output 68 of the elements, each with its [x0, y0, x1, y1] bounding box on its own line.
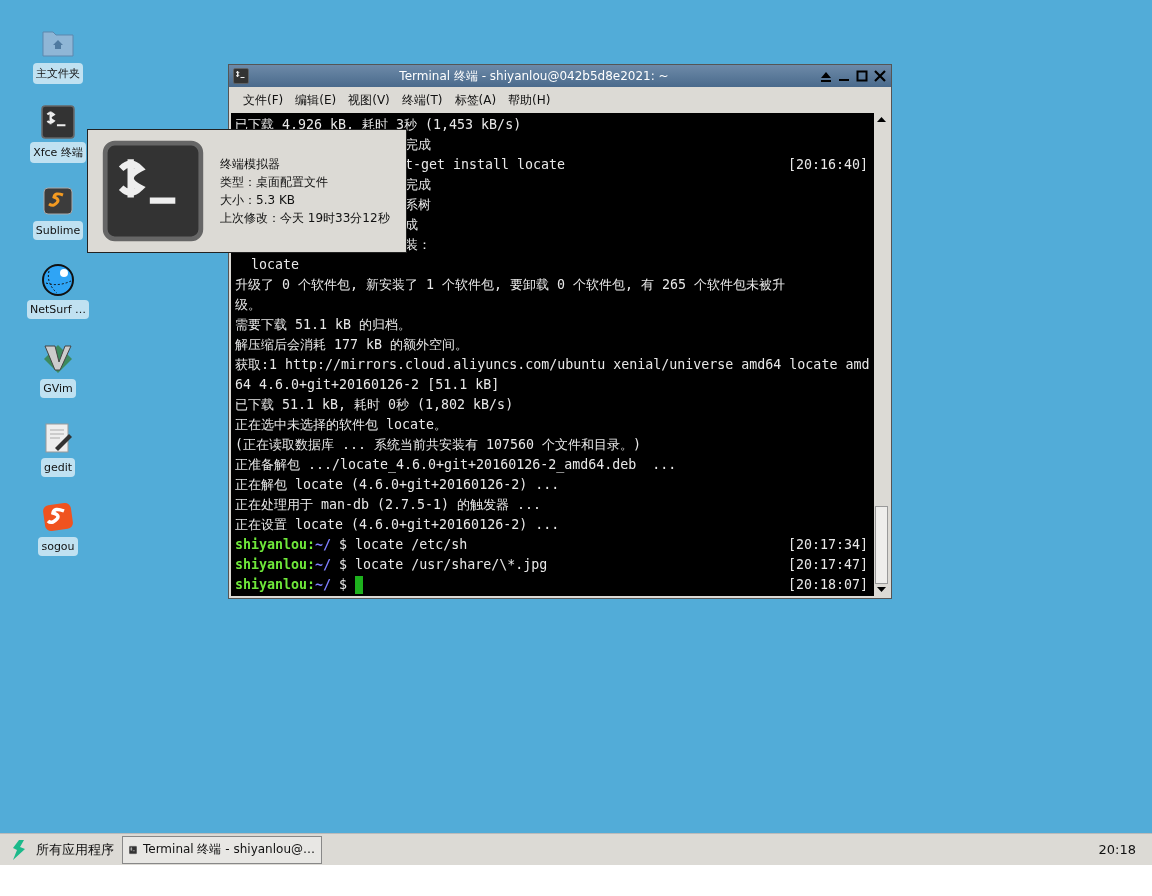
maximize-icon [856, 70, 868, 82]
terminal-output-line: 64 4.6.0+git+20160126-2 [51.1 kB] [235, 376, 500, 394]
tooltip-title: 终端模拟器 [220, 155, 281, 173]
terminal-output-line: 正准备解包 .../locate_4.6.0+git+20160126-2_amd64.deb ... [235, 456, 677, 475]
desktop-icon-label[interactable]: NetSurf … [26, 300, 90, 319]
timestamp: [20:18:07] [787, 576, 869, 594]
terminal-output-line: 正在解包 locate (4.6.0+git+20160126-2) ... [235, 476, 560, 494]
tooltip-line: 大小：5.3 KB [220, 191, 296, 209]
terminal-output-line: 升级了 0 个软件包, 新安装了 1 个软件包, 要卸载 0 个软件包, 有 265 个软件包未被升 [235, 276, 786, 294]
menu-item[interactable]: 文件(F) [237, 91, 290, 109]
menu-item[interactable]: 终端(T) [395, 91, 449, 109]
desktop-icon-label[interactable]: gedit [40, 458, 76, 477]
terminal-output-line: t-get install locate [405, 156, 566, 174]
window-title: Terminal 终端 - shiyanlou@042b5d8e2021: ~ [398, 67, 670, 85]
prompt-user: shiyanlou: [235, 536, 316, 554]
taskbar-task[interactable]: Terminal 终端 - shiyanlou@… [122, 835, 322, 864]
prompt-user: shiyanlou: [235, 556, 316, 574]
vim-icon [41, 342, 75, 376]
menu-item[interactable]: 帮助(H) [502, 91, 557, 109]
scrollbar[interactable] [874, 113, 889, 596]
desktop-icon-label[interactable]: sogou [38, 537, 78, 556]
desktop-icon-label[interactable]: GVim [40, 379, 76, 398]
globe-icon [41, 263, 75, 297]
prompt-path: ~/ [315, 576, 332, 594]
close-button[interactable] [873, 69, 887, 83]
desktop-icon-label[interactable]: Xfce 终端 [30, 142, 86, 163]
timestamp: [20:17:47] [787, 556, 869, 574]
clock: 20:18 [1098, 842, 1137, 857]
timestamp: [20:17:34] [787, 536, 869, 554]
terminal-output-line: 需要下载 51.1 kB 的归档。 [235, 316, 412, 334]
terminal-output-line: 解压缩后会消耗 177 kB 的额外空间。 [235, 336, 469, 354]
terminal-output-line: 已下载 51.1 kB, 耗时 0秒 (1,802 kB/s) [235, 396, 514, 414]
close-icon [874, 70, 886, 82]
sogou-icon [41, 500, 75, 534]
terminal-output-line: 正在选中未选择的软件包 locate。 [235, 416, 448, 434]
terminal-icon [41, 105, 75, 139]
timestamp: [20:16:40] [787, 156, 869, 174]
prompt-user: shiyanlou: [235, 576, 316, 594]
prompt-path: ~/ [315, 536, 332, 554]
eject-icon [820, 70, 832, 82]
menu-item[interactable]: 标签(A) [448, 91, 503, 109]
desktop-icon-label[interactable]: Sublime [32, 221, 84, 240]
scrollbar-thumb[interactable] [875, 506, 888, 584]
terminal-icon [233, 68, 249, 84]
terminal-output-line: 获取:1 http://mirrors.cloud.aliyuncs.com/ubuntu xenial/universe amd64 locate amd [235, 356, 870, 374]
prompt-sign: $ [338, 536, 349, 554]
desktop-icon-label[interactable]: 主文件夹 [33, 63, 83, 84]
terminal-output-line: 成 [405, 216, 418, 234]
prompt-sign: $ [338, 556, 349, 574]
applications-menu-button[interactable]: 所有应用程序 [6, 838, 118, 861]
tooltip-line: 上次修改：今天 19时33分12秒 [220, 209, 390, 227]
terminal-output-line: locate [250, 256, 300, 274]
editor-app-icon [41, 184, 75, 218]
terminal-output-line: 级。 [235, 296, 261, 314]
minimize-icon [839, 79, 849, 81]
prompt-path: ~/ [315, 556, 332, 574]
terminal-output-line: 正在处理用于 man-db (2.7.5-1) 的触发器 ... [235, 496, 542, 514]
tooltip-line: 类型：桌面配置文件 [220, 173, 329, 191]
menu-item[interactable]: 视图(V) [342, 91, 396, 109]
command-text: locate /etc/sh [355, 536, 468, 554]
terminal-icon [102, 140, 204, 242]
maximize-button[interactable] [855, 69, 869, 83]
terminal-output-line: (正在读取数据库 ... 系统当前共安装有 107560 个文件和目录。) [235, 436, 642, 454]
prompt-sign: $ [338, 576, 349, 594]
terminal-output-line: 正在设置 locate (4.6.0+git+20160126-2) ... [235, 516, 560, 534]
terminal-output-line: 系树 [405, 196, 431, 214]
menu-item[interactable]: 编辑(E) [289, 91, 343, 109]
command-text: locate /usr/share/\*.jpg [355, 556, 548, 574]
